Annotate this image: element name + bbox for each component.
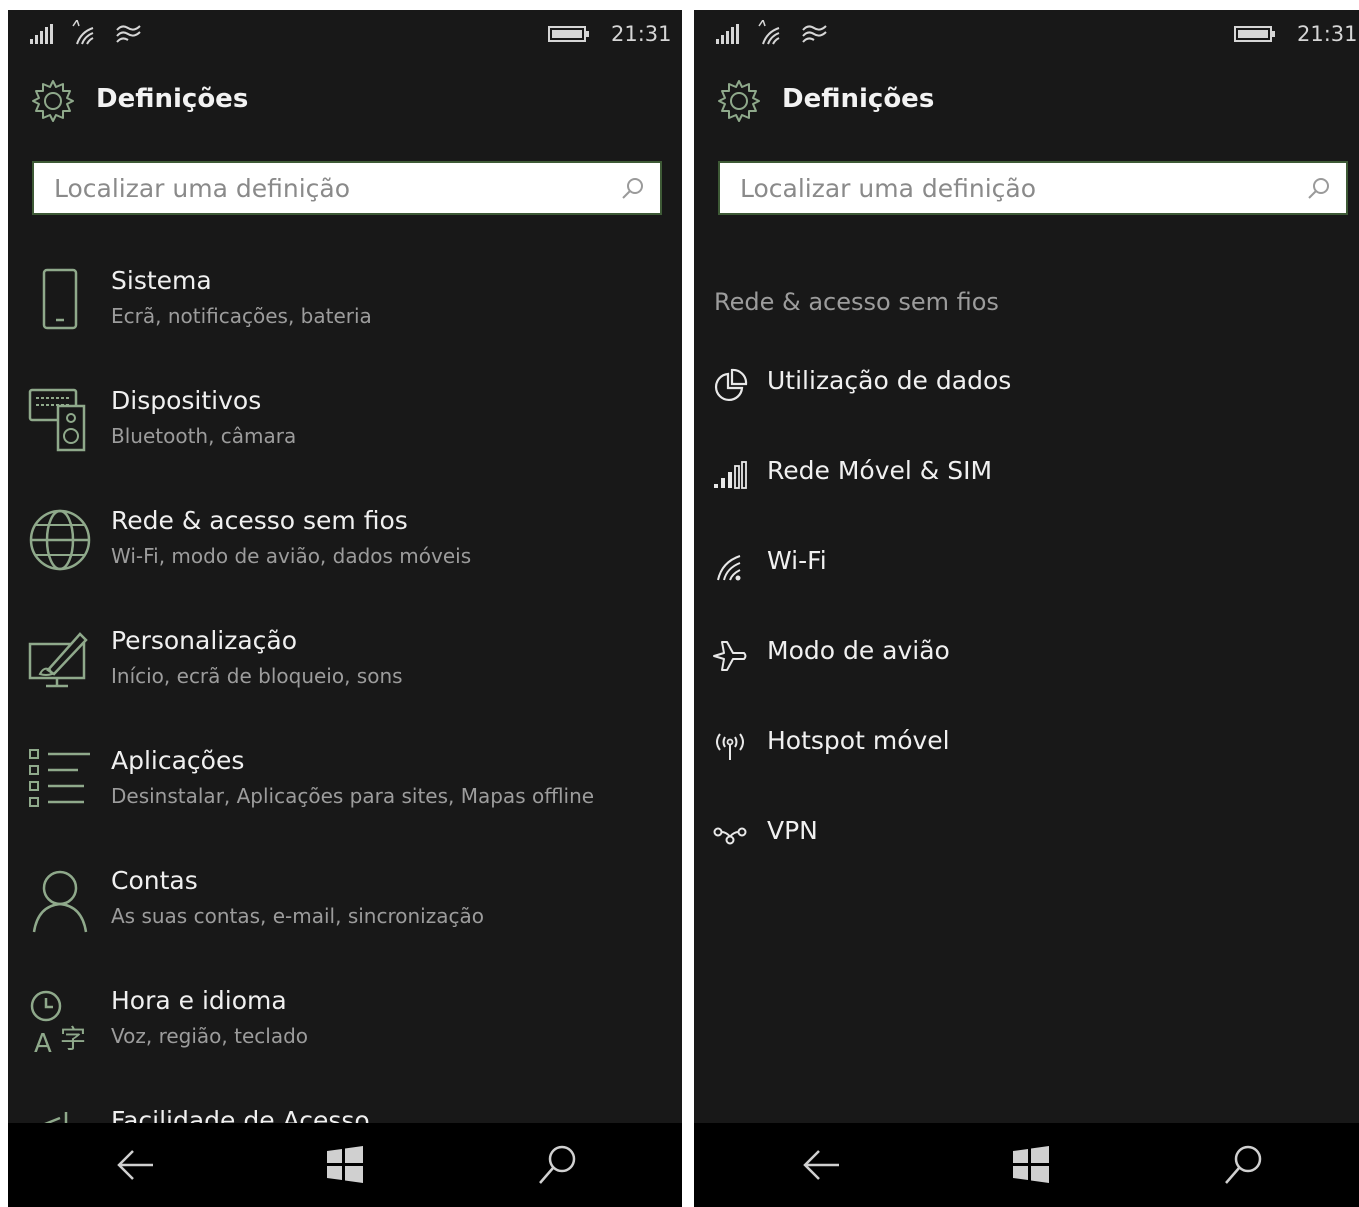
- search-input[interactable]: [34, 163, 660, 213]
- navigation-bar: [694, 1123, 1359, 1207]
- settings-screen-network: 21:31 Definições Rede & acesso sem fios …: [694, 10, 1359, 1207]
- category-subtitle: Wi-Fi, modo de avião, dados móveis: [111, 544, 472, 568]
- category-subtitle: Desinstalar, Aplicações para sites, Mapa…: [111, 784, 595, 808]
- wifi-icon: [717, 555, 741, 581]
- cellular-icon: [714, 461, 747, 489]
- battery-icon: [548, 26, 589, 42]
- category-hora-idioma[interactable]: A 字 Hora e idioma Voz, região, teclado: [8, 984, 682, 1094]
- category-title: Contas: [111, 866, 198, 895]
- back-icon: [117, 1150, 153, 1180]
- windows-start-icon: [1013, 1146, 1049, 1183]
- search-icon: [539, 1145, 576, 1184]
- gear-icon: [718, 80, 760, 122]
- data-sense-icon: [116, 25, 141, 43]
- category-title: Sistema: [111, 266, 212, 295]
- search-button[interactable]: [1218, 1141, 1270, 1189]
- windows-start-icon: [327, 1146, 363, 1183]
- search-box[interactable]: [718, 161, 1348, 215]
- back-button[interactable]: [109, 1141, 161, 1189]
- search-input[interactable]: [720, 163, 1346, 213]
- category-sistema[interactable]: Sistema Ecrã, notificações, bateria: [8, 264, 682, 374]
- category-title: Rede & acesso sem fios: [111, 506, 408, 535]
- category-rede[interactable]: Rede & acesso sem fios Wi-Fi, modo de av…: [8, 504, 682, 614]
- back-icon: [803, 1150, 839, 1180]
- search-icon[interactable]: [1306, 176, 1332, 202]
- data-usage-icon: [715, 368, 748, 401]
- apps-list-icon: [29, 749, 90, 807]
- category-dispositivos[interactable]: Dispositivos Bluetooth, câmara: [8, 384, 682, 494]
- category-title: Personalização: [111, 626, 298, 655]
- item-wifi[interactable]: Wi-Fi: [694, 536, 1359, 600]
- item-vpn[interactable]: VPN: [694, 806, 1359, 870]
- item-cellular-sim[interactable]: Rede Móvel & SIM: [694, 446, 1359, 510]
- time-language-icon: A 字: [30, 990, 86, 1056]
- item-label: Utilização de dados: [767, 366, 1012, 395]
- airplane-icon: [713, 641, 747, 671]
- hotspot-icon: [716, 733, 744, 760]
- category-subtitle: Início, ecrã de bloqueio, sons: [111, 664, 403, 688]
- signal-icon: [30, 24, 53, 44]
- navigation-bar: [8, 1123, 682, 1207]
- category-personalizacao[interactable]: Personalização Início, ecrã de bloqueio,…: [8, 624, 682, 734]
- item-label: VPN: [767, 816, 818, 845]
- search-box[interactable]: [32, 161, 662, 215]
- item-data-usage[interactable]: Utilização de dados: [694, 356, 1359, 420]
- status-time: 21:31: [611, 22, 672, 46]
- page-title: Definições: [782, 84, 935, 114]
- status-bar: 21:31: [694, 10, 1359, 58]
- start-button[interactable]: [1005, 1141, 1057, 1189]
- gear-icon: [32, 80, 74, 122]
- page-title: Definições: [96, 84, 249, 114]
- category-subtitle: Bluetooth, câmara: [111, 424, 297, 448]
- category-subtitle: Ecrã, notificações, bateria: [111, 304, 372, 328]
- category-title: Dispositivos: [111, 386, 262, 415]
- paintbrush-icon: [28, 632, 88, 688]
- status-time: 21:31: [1297, 22, 1358, 46]
- svg-text:A: A: [34, 1029, 52, 1056]
- data-sense-icon: [802, 25, 827, 43]
- item-label: Rede Móvel & SIM: [767, 456, 993, 485]
- back-button[interactable]: [795, 1141, 847, 1189]
- person-icon: [32, 870, 88, 933]
- vpn-icon: [713, 827, 747, 845]
- signal-icon: [716, 24, 739, 44]
- start-button[interactable]: [319, 1141, 371, 1189]
- wifi-icon: [72, 20, 94, 45]
- section-header: Rede & acesso sem fios: [714, 288, 999, 316]
- item-label: Hotspot móvel: [767, 726, 950, 755]
- item-mobile-hotspot[interactable]: Hotspot móvel: [694, 716, 1359, 780]
- item-airplane-mode[interactable]: Modo de avião: [694, 626, 1359, 690]
- category-subtitle: Voz, região, teclado: [111, 1024, 309, 1048]
- page-header: Definições: [8, 74, 682, 130]
- status-bar: 21:31: [8, 10, 682, 58]
- category-contas[interactable]: Contas As suas contas, e-mail, sincroniz…: [8, 864, 682, 974]
- item-label: Modo de avião: [767, 636, 950, 665]
- category-title: Aplicações: [111, 746, 245, 775]
- page-header: Definições: [694, 74, 1359, 130]
- svg-text:字: 字: [60, 1025, 86, 1055]
- devices-icon: [28, 388, 86, 452]
- phone-icon: [42, 268, 78, 330]
- settings-screen-main: 21:31 Definições Sistema Ecrã, notificaç…: [8, 10, 682, 1207]
- battery-icon: [1234, 26, 1275, 42]
- globe-icon: [29, 509, 91, 571]
- search-icon: [1225, 1145, 1262, 1184]
- category-subtitle: As suas contas, e-mail, sincronização: [111, 904, 484, 928]
- item-label: Wi-Fi: [767, 546, 827, 575]
- wifi-icon: [758, 20, 780, 45]
- category-title: Hora e idioma: [111, 986, 287, 1015]
- search-icon[interactable]: [620, 176, 646, 202]
- search-button[interactable]: [532, 1141, 584, 1189]
- category-aplicacoes[interactable]: Aplicações Desinstalar, Aplicações para …: [8, 744, 682, 854]
